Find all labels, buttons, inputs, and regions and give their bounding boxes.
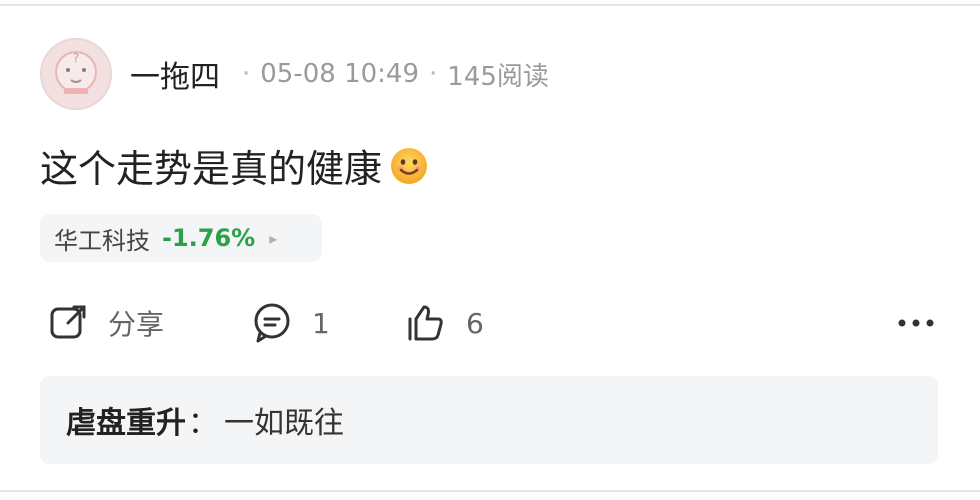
comment-text: 一如既往: [224, 406, 344, 441]
smiling-face-icon: [391, 147, 428, 184]
share-button[interactable]: 分享: [46, 296, 164, 350]
read-count: 145阅读: [447, 61, 549, 92]
sheep-avatar-icon: ?: [55, 51, 97, 94]
comment-button[interactable]: 1: [250, 296, 330, 350]
post-header: ? 一拖四 · 05-08 10:49 · 145阅读: [40, 38, 549, 110]
comment-icon: [254, 303, 290, 343]
post-text: 这个走势是真的健康: [40, 147, 383, 191]
comment-separator: ：: [188, 406, 218, 441]
meta-dot: ·: [429, 59, 438, 89]
like-button[interactable]: 6: [404, 296, 484, 350]
share-icon: [50, 305, 86, 339]
stock-chip[interactable]: 华工科技 -1.76% ▸: [40, 214, 322, 262]
post-meta: · 05-08 10:49 · 145阅读: [232, 56, 549, 93]
stock-change: -1.76%: [162, 224, 256, 252]
author-name[interactable]: 一拖四: [130, 52, 220, 96]
meta-dot: ·: [242, 59, 251, 89]
svg-text:?: ?: [73, 51, 79, 65]
chevron-right-icon: ▸: [269, 228, 278, 248]
more-horizontal-icon: [898, 319, 934, 327]
comment-username[interactable]: 虐盘重升: [66, 398, 186, 442]
comment-count: 1: [312, 306, 330, 340]
post-timestamp: 05-08 10:49: [260, 59, 420, 89]
stock-name: 华工科技: [54, 226, 150, 255]
bottom-divider: [0, 490, 980, 492]
post-actions: 分享 1 6: [40, 296, 940, 350]
like-count: 6: [466, 306, 484, 340]
avatar[interactable]: ?: [40, 38, 112, 110]
top-divider: [0, 4, 980, 6]
thumbs-up-icon: [408, 305, 443, 341]
share-label: 分享: [108, 308, 165, 341]
post-content: 这个走势是真的健康: [40, 138, 430, 193]
more-button[interactable]: [892, 296, 940, 350]
comment-preview[interactable]: 虐盘重升 ： 一如既往: [40, 376, 938, 464]
